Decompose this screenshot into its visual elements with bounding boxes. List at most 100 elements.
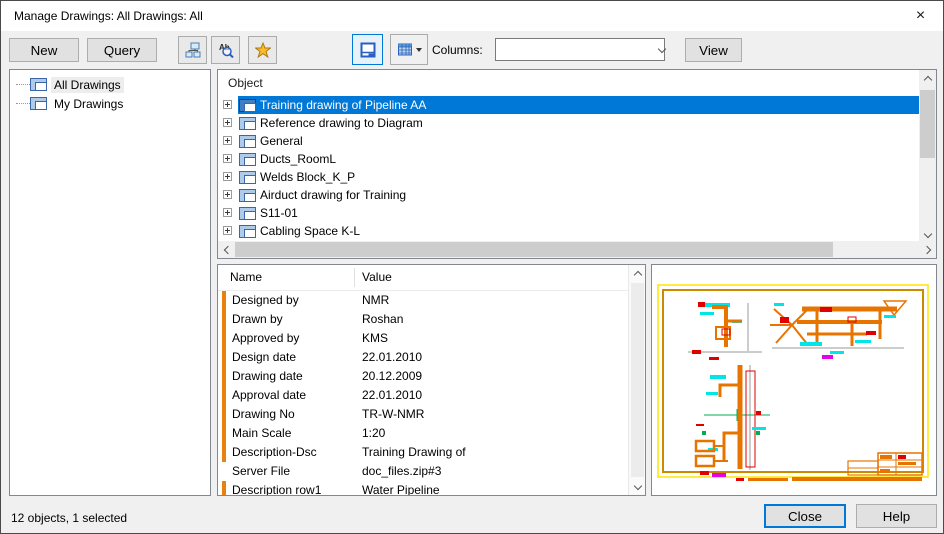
expand-plus-icon[interactable] [223, 100, 232, 109]
property-row[interactable]: Drawing No TR-W-NMR [218, 405, 628, 424]
object-column-header[interactable]: Object [218, 70, 919, 96]
vscroll-thumb[interactable] [631, 283, 644, 477]
tree-item-all-drawings[interactable]: All Drawings [10, 75, 210, 94]
drawing-icon [239, 99, 256, 112]
orange-flag-bar [222, 405, 226, 424]
name-column-header[interactable]: Name [230, 265, 262, 290]
property-value: Water Pipeline [362, 481, 440, 496]
drawings-tree-panel: All Drawings My Drawings [9, 69, 211, 496]
property-value: 20.12.2009 [362, 367, 422, 386]
property-row[interactable]: Designed by NMR [218, 291, 628, 310]
property-name: Server File [232, 462, 290, 481]
orange-flag-bar [222, 329, 226, 348]
object-label: Ducts_RoomL [260, 152, 342, 166]
object-row[interactable]: S11-01 [218, 204, 921, 222]
orange-flag-bar [222, 348, 226, 367]
property-row[interactable]: Drawing date 20.12.2009 [218, 367, 628, 386]
view-button[interactable]: View [685, 38, 742, 62]
expand-plus-icon[interactable] [223, 208, 232, 217]
property-name: Approval date [232, 386, 306, 405]
object-row[interactable]: Ducts_RoomL [218, 150, 921, 168]
object-label: S11-01 [260, 206, 304, 220]
property-name: Approved by [232, 329, 299, 348]
new-button[interactable]: New [9, 38, 79, 62]
expand-plus-icon[interactable] [223, 190, 232, 199]
property-value: doc_files.zip#3 [362, 462, 441, 481]
split-view-toggle[interactable] [352, 34, 383, 65]
object-row[interactable]: Airduct drawing for Training [218, 186, 921, 204]
object-rows: Training drawing of Pipeline AA Referenc… [218, 96, 921, 240]
orange-flag-bar [222, 481, 226, 496]
property-value: NMR [362, 291, 389, 310]
grid-view-toggle[interactable] [390, 34, 428, 65]
expand-plus-icon[interactable] [223, 226, 232, 235]
column-divider[interactable] [354, 268, 355, 287]
property-value: KMS [362, 329, 388, 348]
object-row[interactable]: Training drawing of Pipeline AA [218, 96, 921, 114]
expand-plus-icon[interactable] [223, 172, 232, 181]
object-row[interactable]: Reference drawing to Diagram [218, 114, 921, 132]
split-view-icon [360, 42, 376, 58]
property-row[interactable]: Main Scale 1:20 [218, 424, 628, 443]
object-label: Reference drawing to Diagram [260, 116, 429, 130]
property-value: 22.01.2010 [362, 386, 422, 405]
properties-vscrollbar[interactable] [628, 265, 645, 495]
scroll-up-icon[interactable] [629, 265, 646, 282]
hscroll-thumb[interactable] [235, 242, 833, 257]
object-row[interactable]: Welds Block_K_P [218, 168, 921, 186]
object-list-hscrollbar[interactable] [218, 241, 936, 258]
object-label: Training drawing of Pipeline AA [260, 98, 432, 112]
scroll-right-icon[interactable] [919, 241, 936, 258]
drawing-icon [239, 171, 256, 184]
hierarchy-icon [185, 42, 201, 58]
find-text-icon: Ab [218, 42, 234, 58]
close-button[interactable]: Close [764, 504, 846, 528]
property-name: Drawing No [232, 405, 295, 424]
scroll-left-icon[interactable] [218, 241, 235, 258]
drawing-icon [239, 153, 256, 166]
orange-flag-bar [222, 291, 226, 310]
property-row[interactable]: Description row1 Water Pipeline [218, 481, 628, 496]
object-row[interactable]: Cabling Space K-L [218, 222, 921, 240]
expand-plus-icon[interactable] [223, 136, 232, 145]
property-value: TR-W-NMR [362, 405, 424, 424]
object-row[interactable]: General [218, 132, 921, 150]
combobox-chevron-icon[interactable] [659, 39, 665, 60]
help-button[interactable]: Help [856, 504, 937, 528]
object-label: Welds Block_K_P [260, 170, 361, 184]
columns-combobox-input[interactable] [496, 39, 659, 60]
tree-item-my-drawings[interactable]: My Drawings [10, 94, 210, 113]
object-label: General [260, 134, 309, 148]
status-text: 12 objects, 1 selected [11, 506, 127, 530]
drawing-icon [239, 117, 256, 130]
property-row[interactable]: Server File doc_files.zip#3 [218, 462, 628, 481]
favorites-button[interactable] [248, 36, 277, 64]
grid-view-icon [397, 42, 413, 58]
find-button[interactable]: Ab [211, 36, 240, 64]
property-row[interactable]: Description-Dsc Training Drawing of [218, 443, 628, 462]
expand-plus-icon[interactable] [223, 154, 232, 163]
property-row[interactable]: Approved by KMS [218, 329, 628, 348]
columns-combobox[interactable] [495, 38, 665, 61]
property-name: Main Scale [232, 424, 291, 443]
orange-flag-bar [222, 424, 226, 443]
property-value: Roshan [362, 310, 403, 329]
drawing-icon [239, 207, 256, 220]
scroll-up-icon[interactable] [919, 70, 936, 87]
scroll-down-icon[interactable] [629, 478, 646, 495]
expand-plus-icon[interactable] [223, 118, 232, 127]
property-row[interactable]: Drawn by Roshan [218, 310, 628, 329]
property-row[interactable]: Design date 22.01.2010 [218, 348, 628, 367]
vscroll-thumb[interactable] [920, 90, 935, 158]
titlebar: Manage Drawings: All Drawings: All × [1, 1, 943, 31]
close-window-button[interactable]: × [898, 1, 943, 31]
value-column-header[interactable]: Value [362, 265, 392, 290]
columns-label: Columns: [432, 38, 483, 62]
orange-flag-bar [222, 443, 226, 462]
hierarchy-button[interactable] [178, 36, 207, 64]
favorites-star-icon [255, 42, 271, 58]
property-row[interactable]: Approval date 22.01.2010 [218, 386, 628, 405]
query-button[interactable]: Query [87, 38, 157, 62]
object-list-vscrollbar[interactable] [919, 70, 936, 243]
window-title: Manage Drawings: All Drawings: All [14, 1, 203, 31]
